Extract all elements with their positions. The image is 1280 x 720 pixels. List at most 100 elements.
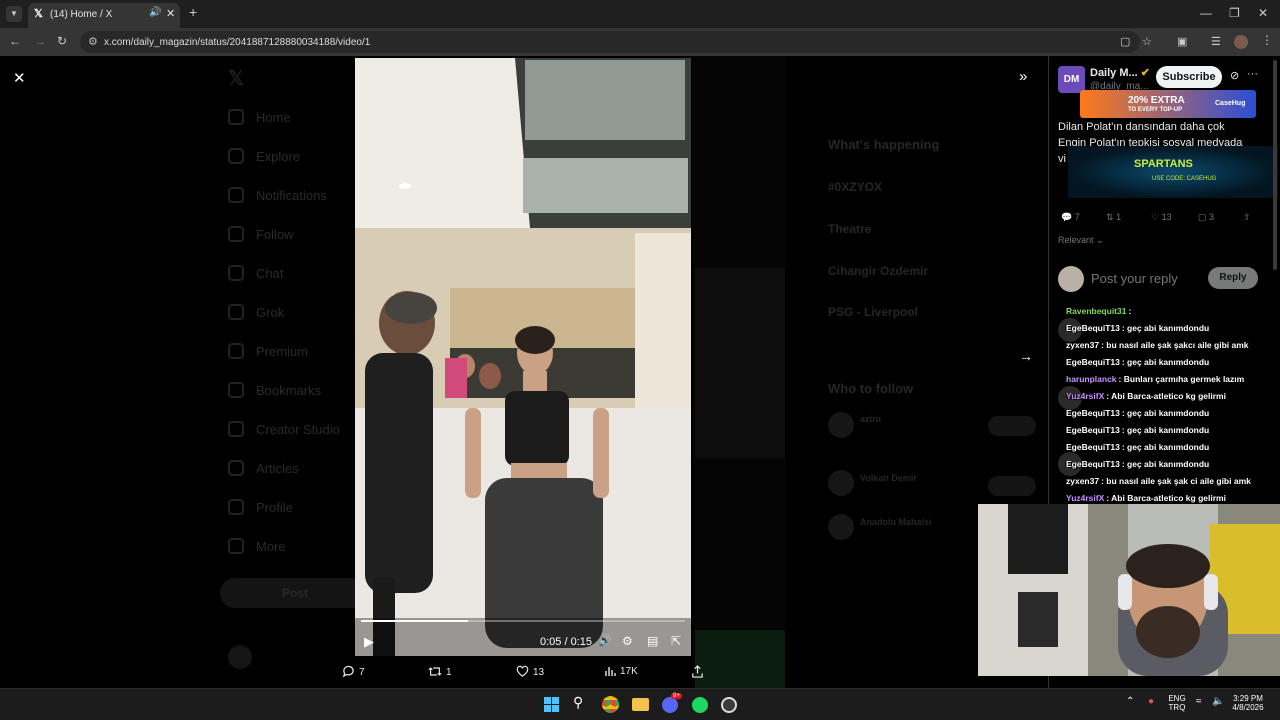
share-icon	[692, 665, 703, 678]
spartans-ad-banner: SPARTANS USE CODE: CASEHUG	[1068, 146, 1278, 198]
chat-user: harunplanck	[1066, 374, 1117, 384]
close-tab-icon[interactable]: ✕	[166, 7, 175, 20]
reading-list-icon[interactable]: ☰	[1211, 35, 1221, 48]
grok-icon[interactable]: ⊘	[1230, 69, 1239, 82]
webcam-frame	[978, 504, 1280, 676]
back-icon[interactable]: ←	[9, 34, 21, 48]
follow-avatar-2	[828, 470, 854, 496]
fullscreen-icon[interactable]: ⇱	[671, 634, 681, 648]
chat-line: EgeBequiT13: geç abi kanımdondu	[1066, 323, 1210, 333]
close-window-button[interactable]: ✕	[1258, 6, 1268, 20]
discord-icon[interactable]	[662, 697, 678, 713]
reply-button[interactable]: Reply	[1208, 267, 1258, 289]
panel-reply-stat[interactable]: 💬 7	[1061, 212, 1080, 223]
new-tab-button[interactable]: +	[189, 4, 197, 20]
volume-icon[interactable]: 🔊	[598, 634, 612, 647]
nav-grok: Grok	[228, 304, 284, 320]
panel-scrollbar[interactable]	[1273, 60, 1277, 270]
reload-icon[interactable]: ↻	[57, 34, 67, 48]
x-logo-icon: 𝕏	[34, 8, 43, 20]
chat-line: Yuz4rsifX: Abi Barca-atletico kg gelirmi	[1066, 391, 1226, 401]
video-time: 0:05 / 0:15	[540, 636, 592, 648]
tray-chevron-icon[interactable]: ⌃	[1126, 696, 1134, 707]
taskbar-search-icon[interactable]: ⚲	[573, 694, 583, 711]
nav-follow: Follow	[228, 226, 294, 242]
minimize-button[interactable]: —	[1200, 6, 1212, 20]
panel-bookmark-stat[interactable]: ▢ 3	[1198, 212, 1214, 223]
follow-button-bg-1	[988, 416, 1036, 436]
nav-profile: Profile	[228, 499, 293, 515]
repost-action[interactable]: 1	[428, 665, 452, 678]
address-bar-row: ← → ↻ ⚙ x.com/daily_magazin/status/20418…	[0, 28, 1280, 56]
chat-user: EgeBequiT13	[1066, 442, 1120, 452]
ad-headline: 20% EXTRA	[1128, 95, 1185, 106]
follow-avatar-1	[828, 412, 854, 438]
extensions-icon[interactable]: ▣	[1177, 35, 1187, 48]
sort-dropdown[interactable]: Relevant ⌄	[1058, 235, 1104, 246]
nav-premium: Premium	[228, 343, 308, 359]
settings-icon[interactable]: ⚙	[622, 634, 633, 648]
views-action[interactable]: 17K	[604, 665, 638, 677]
reply-avatar	[1058, 266, 1084, 292]
site-info-icon[interactable]: ⚙	[88, 35, 98, 48]
more-options-icon[interactable]: ···	[1247, 68, 1258, 80]
chat-user: EgeBequiT13	[1066, 357, 1120, 367]
share-action[interactable]	[691, 665, 708, 678]
panel-bookmark-icon: ▢	[1198, 212, 1207, 222]
bookmark-star-icon[interactable]: ☆	[1142, 35, 1152, 48]
forward-icon[interactable]: →	[34, 34, 46, 48]
panel-reply-icon: 💬	[1061, 212, 1073, 222]
like-action[interactable]: 13	[516, 665, 544, 678]
bg-feed-image	[695, 268, 785, 458]
video-player[interactable]	[355, 58, 691, 656]
file-explorer-icon[interactable]	[632, 698, 649, 711]
language-indicator[interactable]: ENG TRQ	[1166, 694, 1188, 712]
chat-line: EgeBequiT13: geç abi kanımdondu	[1066, 442, 1210, 452]
reply-input[interactable]: Post your reply	[1091, 271, 1178, 286]
url-text[interactable]: x.com/daily_magazin/status/2041887128880…	[104, 37, 370, 48]
whats-happening-heading: What's happening	[828, 137, 940, 152]
wifi-icon[interactable]: ≈	[1196, 696, 1202, 707]
who-to-follow-heading: Who to follow	[828, 381, 914, 396]
reply-action[interactable]: 7	[342, 665, 365, 678]
author-avatar[interactable]: DM	[1058, 66, 1085, 93]
speaker-icon[interactable]: 🔊	[149, 7, 161, 18]
profile-avatar[interactable]	[1234, 35, 1248, 49]
chat-line: EgeBequiT13: geç abi kanımdondu	[1066, 408, 1210, 418]
clock[interactable]: 3:29 PM 4/8/2026	[1228, 694, 1268, 712]
microphone-icon[interactable]: ●	[1148, 696, 1154, 707]
heart-icon	[516, 665, 529, 677]
panel-repost-stat[interactable]: ⇅ 1	[1106, 212, 1121, 223]
panel-like-stat[interactable]: ♡ 13	[1151, 212, 1172, 223]
windows-start-icon[interactable]	[544, 697, 559, 712]
collapse-panel-icon[interactable]: »	[1019, 68, 1027, 85]
video-progress-bar[interactable]	[361, 620, 685, 622]
webcam-overlay	[978, 504, 1280, 676]
chat-line: EgeBequiT13: geç abi kanımdondu	[1066, 357, 1210, 367]
chat-user: Yuz4rsifX	[1066, 391, 1105, 401]
subscribe-button[interactable]: Subscribe	[1156, 66, 1222, 88]
casehug-ad-banner: 20% EXTRA TO EVERY TOP-UP CaseHug	[1080, 90, 1256, 118]
play-icon[interactable]: ▶	[364, 634, 374, 650]
cast-icon[interactable]: ▢	[1120, 35, 1130, 48]
bg-green-block	[695, 630, 785, 688]
picture-in-picture-icon[interactable]: ▤	[647, 634, 658, 648]
omnibox[interactable]: ⚙ x.com/daily_magazin/status/20418871288…	[80, 31, 1152, 53]
restore-button[interactable]: ❐	[1229, 6, 1240, 20]
tab-search-button[interactable]: ▼	[6, 6, 22, 22]
nav-bookmarks: Bookmarks	[228, 382, 321, 398]
chat-line: EgeBequiT13: geç abi kanımdondu	[1066, 425, 1210, 435]
repost-icon	[428, 667, 442, 676]
panel-share-icon[interactable]: ⇧	[1243, 212, 1251, 223]
browser-tab[interactable]: 𝕏 (14) Home / X 🔊 ✕	[28, 3, 180, 28]
obs-icon[interactable]	[721, 697, 737, 713]
spotify-icon[interactable]	[692, 697, 708, 713]
close-media-icon[interactable]: ✕	[13, 69, 26, 87]
browser-menu-icon[interactable]: ⋮	[1261, 33, 1273, 47]
author-name[interactable]: Daily M... ✔	[1090, 66, 1150, 79]
bg-profile-avatar	[228, 645, 252, 669]
next-media-icon[interactable]: →	[1019, 348, 1033, 364]
speaker-tray-icon[interactable]: 🔈	[1212, 696, 1224, 707]
chrome-taskbar-icon[interactable]	[602, 696, 619, 713]
chat-user: EgeBequiT13	[1066, 459, 1120, 469]
